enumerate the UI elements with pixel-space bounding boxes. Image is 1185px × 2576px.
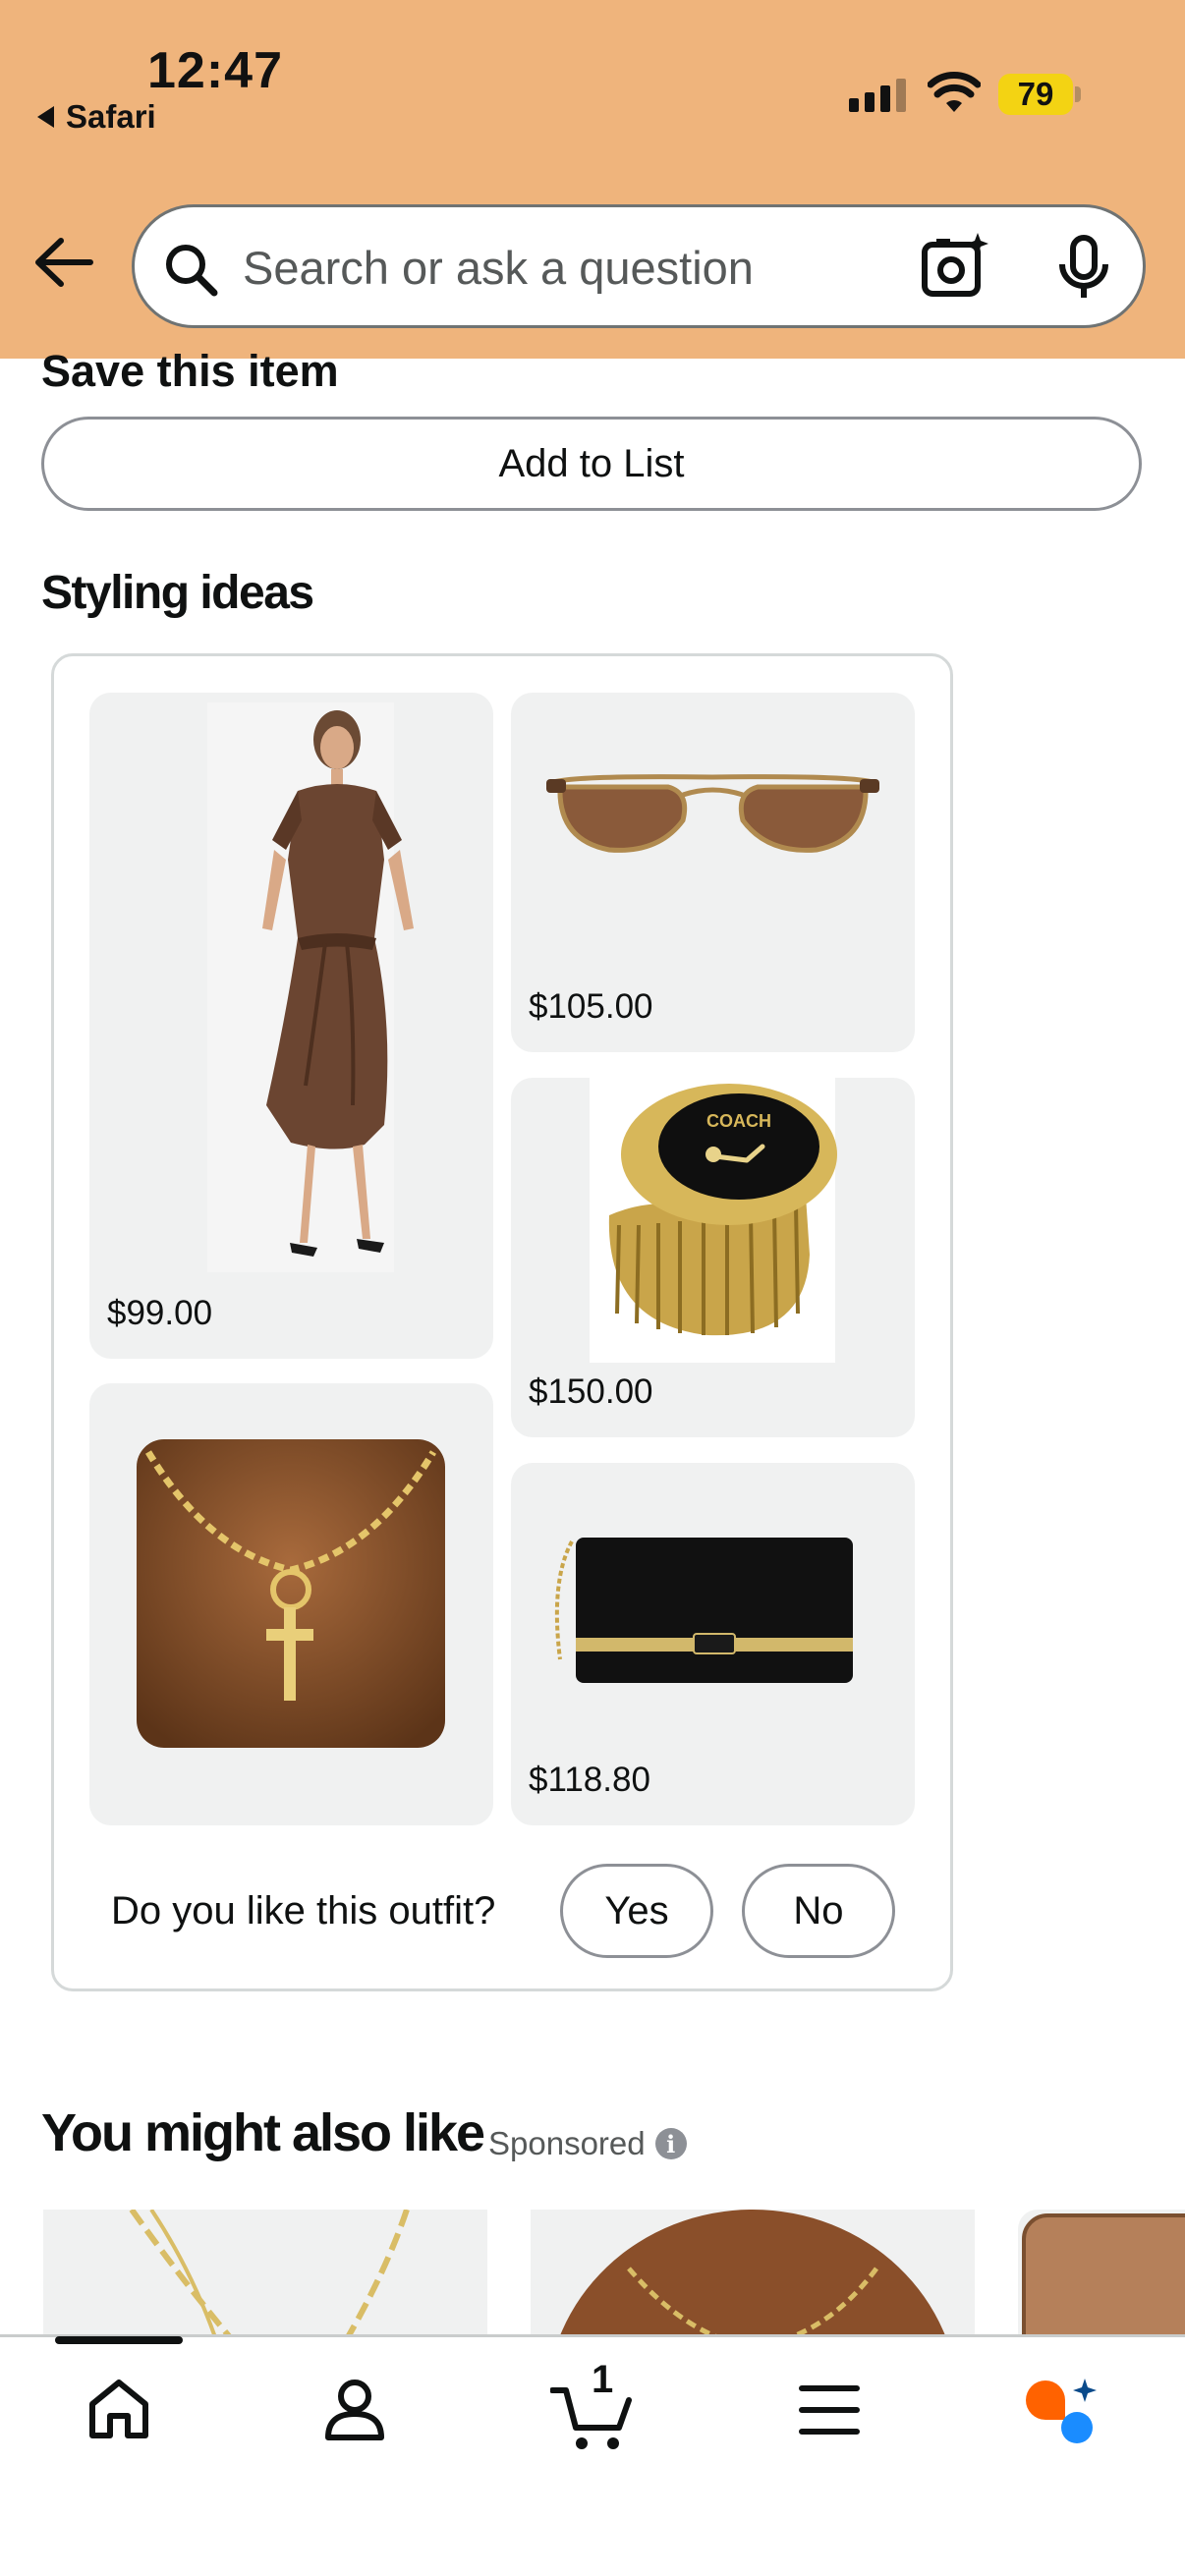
svg-text:COACH: COACH: [706, 1111, 771, 1131]
product-price: $99.00: [107, 1294, 213, 1332]
outfit-yes-button[interactable]: Yes: [560, 1864, 713, 1958]
recommendation-card[interactable]: [1018, 2210, 1185, 2337]
product-tile-necklace[interactable]: [89, 1383, 493, 1825]
recommendation-card[interactable]: [531, 2210, 975, 2337]
necklace-product-image: [137, 1439, 445, 1748]
product-price: $150.00: [529, 1372, 653, 1411]
save-item-heading: Save this item: [41, 346, 339, 396]
back-to-app-link[interactable]: Safari: [37, 98, 156, 136]
styling-ideas-heading: Styling ideas: [41, 567, 314, 619]
product-tile-clutch[interactable]: $118.80: [511, 1463, 915, 1825]
search-icon: [166, 245, 218, 297]
battery-tip: [1075, 86, 1081, 102]
cellular-signal-icon: [849, 79, 906, 112]
watch-ring-product-image: COACH: [590, 1078, 837, 1363]
chain-necklace-image: [129, 2210, 410, 2337]
sunglasses-product-image: [546, 774, 879, 853]
product-tile-sunglasses[interactable]: $105.00: [511, 693, 915, 1052]
outfit-feedback-question: Do you like this outfit?: [111, 1889, 496, 1932]
camera-lens-icon[interactable]: [921, 231, 991, 302]
product-tile-watch-ring[interactable]: COACH $150.00: [511, 1078, 915, 1437]
account-icon[interactable]: [320, 2375, 389, 2443]
clutch-product-image: [554, 1538, 853, 1683]
status-time: 12:47: [147, 42, 283, 99]
header: 12:47 Safari 79: [0, 0, 1185, 359]
sponsored-label[interactable]: Sponsored i: [488, 2125, 687, 2162]
back-triangle-icon: [37, 106, 54, 128]
product-price: $118.80: [529, 1761, 650, 1799]
search-input[interactable]: [243, 233, 891, 302]
battery-indicator: 79: [998, 74, 1073, 115]
product-tile-dress[interactable]: $99.00: [89, 693, 493, 1359]
microphone-icon[interactable]: [1054, 235, 1113, 302]
rufus-assistant-icon[interactable]: [1022, 2377, 1100, 2447]
home-icon[interactable]: [85, 2375, 153, 2443]
info-icon[interactable]: i: [654, 2128, 687, 2159]
outfit-no-button[interactable]: No: [742, 1864, 895, 1958]
styling-ideas-card: $99.00 $105.00 COACH $150.00 $118.80 Do …: [51, 653, 953, 1991]
search-bar[interactable]: [132, 204, 1146, 328]
product-price: $105.00: [529, 987, 653, 1026]
back-arrow-icon[interactable]: [33, 238, 94, 287]
dress-product-image: [207, 702, 414, 1272]
tab-indicator: [55, 2336, 183, 2344]
jewelry-product-image: [1022, 2213, 1185, 2337]
recommendation-card[interactable]: [43, 2210, 487, 2337]
menu-icon[interactable]: [798, 2380, 861, 2439]
also-like-heading: You might also like: [41, 2103, 485, 2162]
add-to-list-button[interactable]: Add to List: [41, 417, 1142, 511]
sponsored-text: Sponsored: [488, 2125, 646, 2161]
wifi-icon: [928, 72, 981, 112]
necklace-on-model-image: [559, 2210, 946, 2337]
cart-count-badge: 1: [592, 2358, 614, 2401]
back-app-label: Safari: [66, 98, 156, 135]
